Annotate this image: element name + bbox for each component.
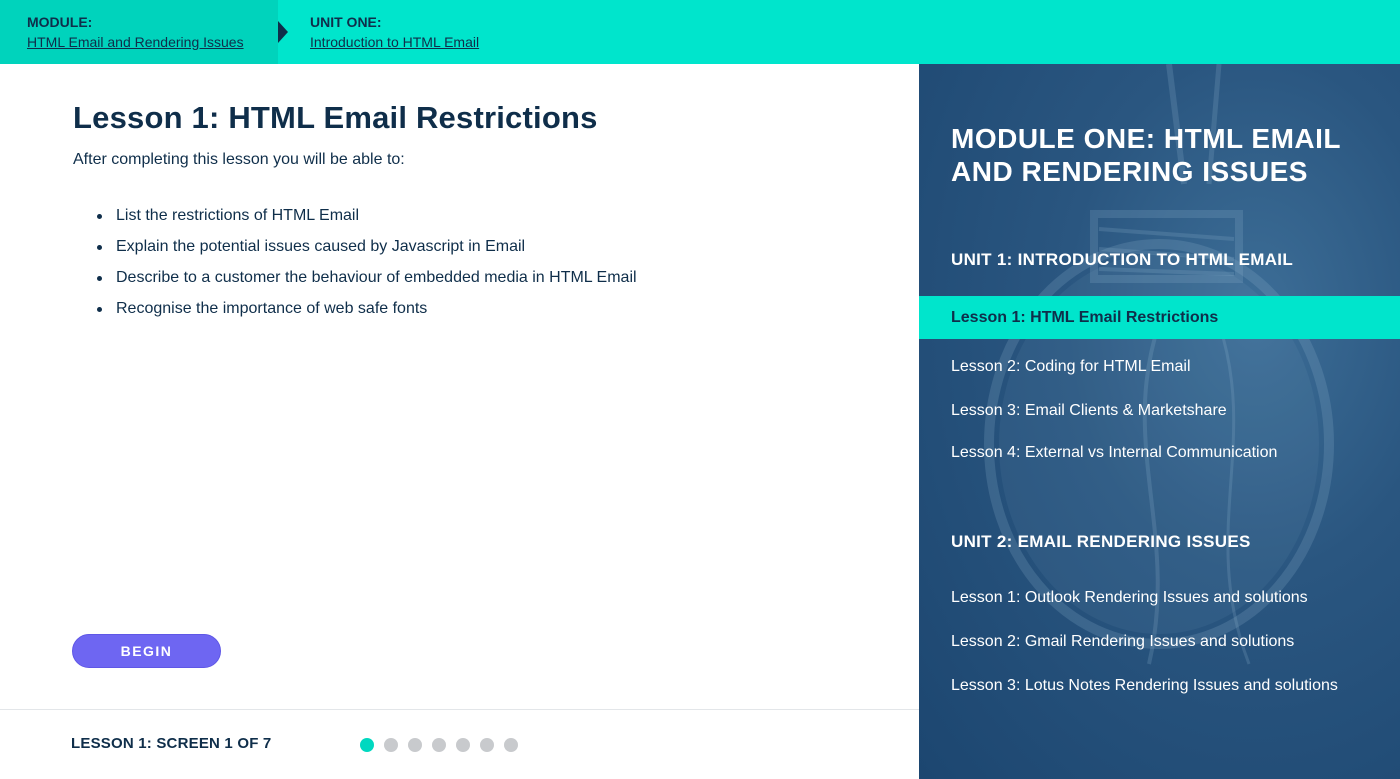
objective-item: Recognise the importance of web safe fon… [97,299,637,330]
objectives-list: List the restrictions of HTML Email Expl… [97,206,637,330]
footer-divider [0,709,919,710]
breadcrumb-unit-link[interactable]: Introduction to HTML Email [310,34,479,50]
progress-dot-2[interactable] [384,738,398,752]
objective-item: Describe to a customer the behaviour of … [97,268,637,299]
progress-dot-5[interactable] [456,738,470,752]
nav-lesson-unit1-lesson2[interactable]: Lesson 2: Coding for HTML Email [919,358,1400,376]
breadcrumb-unit-label: UNIT ONE: [310,14,382,30]
breadcrumb-module: MODULE: HTML Email and Rendering Issues [0,0,278,64]
objective-item: List the restrictions of HTML Email [97,206,637,237]
lesson-title: Lesson 1: HTML Email Restrictions [73,100,598,135]
lesson-content: Lesson 1: HTML Email Restrictions After … [0,64,919,779]
breadcrumb-module-label: MODULE: [27,14,93,30]
begin-button[interactable]: BEGIN [72,634,221,668]
lesson-intro: After completing this lesson you will be… [73,151,405,168]
progress-dot-4[interactable] [432,738,446,752]
progress-dot-7[interactable] [504,738,518,752]
nav-lesson-unit2-lesson1[interactable]: Lesson 1: Outlook Rendering Issues and s… [919,589,1400,607]
nav-lesson-unit1-lesson1[interactable]: Lesson 1: HTML Email Restrictions [919,296,1400,339]
progress-dot-3[interactable] [408,738,422,752]
nav-unit-2-title: UNIT 2: EMAIL RENDERING ISSUES [951,532,1251,551]
screen-counter: LESSON 1: SCREEN 1 OF 7 [71,735,272,752]
nav-lesson-unit1-lesson3[interactable]: Lesson 3: Email Clients & Marketshare [919,402,1400,420]
breadcrumb-bar: MODULE: HTML Email and Rendering Issues … [0,0,1400,64]
nav-lesson-unit2-lesson2[interactable]: Lesson 2: Gmail Rendering Issues and sol… [919,633,1400,651]
breadcrumb-unit: UNIT ONE: Introduction to HTML Email [283,0,479,64]
nav-module-title: MODULE ONE: HTML EMAIL AND RENDERING ISS… [951,123,1341,187]
nav-lesson-unit1-lesson4[interactable]: Lesson 4: External vs Internal Communica… [919,444,1400,462]
course-navigation-panel: MODULE ONE: HTML EMAIL AND RENDERING ISS… [919,64,1400,779]
progress-dot-1[interactable] [360,738,374,752]
progress-dot-6[interactable] [480,738,494,752]
nav-unit-1-title: UNIT 1: INTRODUCTION TO HTML EMAIL [951,250,1293,269]
nav-lesson-unit2-lesson3[interactable]: Lesson 3: Lotus Notes Rendering Issues a… [919,677,1400,695]
breadcrumb-module-link[interactable]: HTML Email and Rendering Issues [27,34,278,50]
objective-item: Explain the potential issues caused by J… [97,237,637,268]
screen-progress-dots [360,738,518,752]
